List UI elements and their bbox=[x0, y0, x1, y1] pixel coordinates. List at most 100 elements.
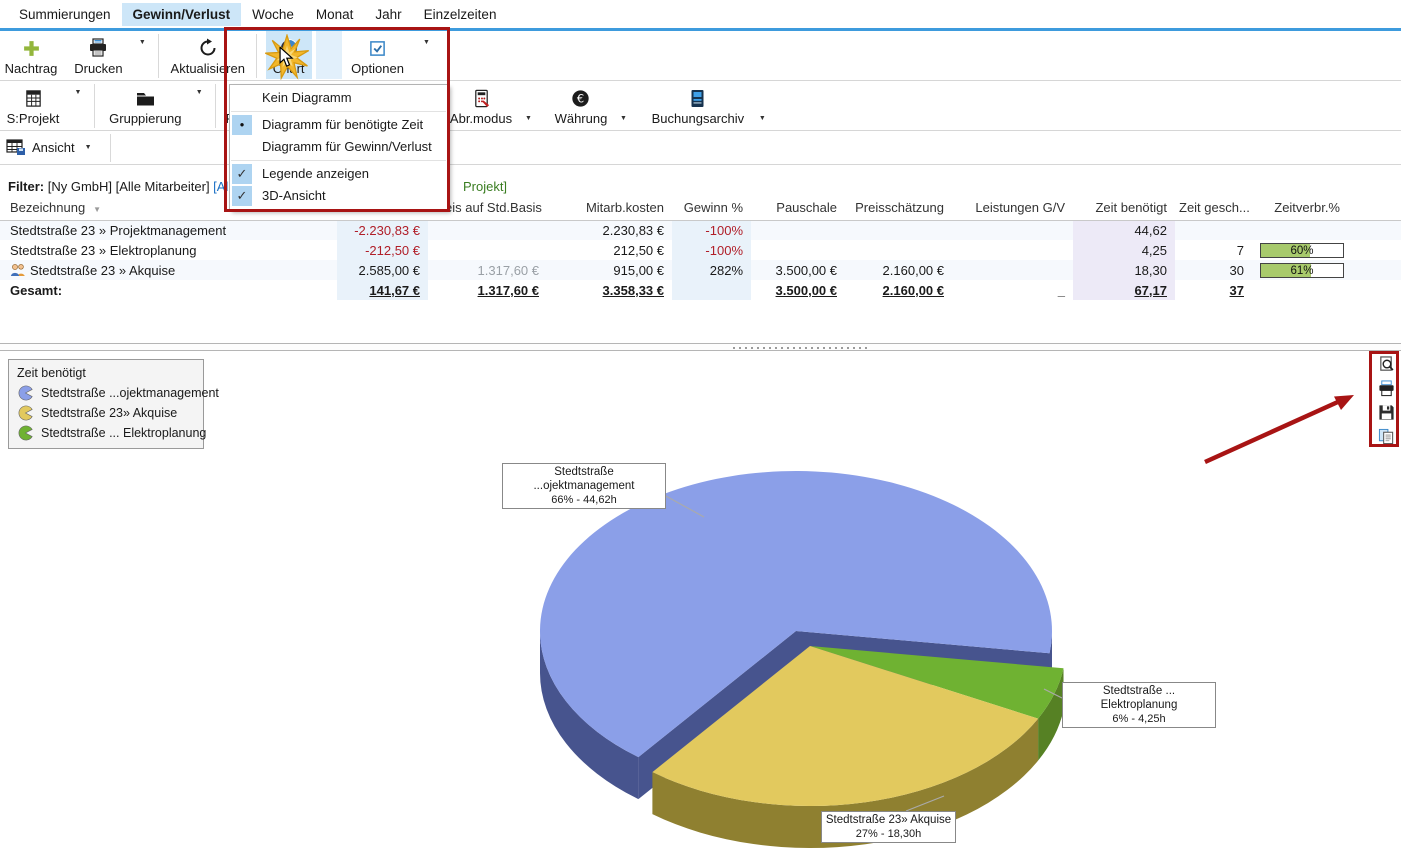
separator bbox=[158, 34, 159, 78]
sprojekt-button[interactable]: S:Projekt bbox=[0, 81, 66, 129]
tab-einzelzeiten[interactable]: Einzelzeiten bbox=[413, 3, 508, 26]
sprojekt-dropdown-arrow[interactable]: ▼ bbox=[74, 89, 81, 96]
spacer bbox=[0, 165, 1401, 176]
filter-prefix: Filter: bbox=[8, 179, 44, 194]
toolbar-view: Ansicht ▼ bbox=[0, 131, 1401, 165]
abrmodus-label: Abr.modus bbox=[450, 111, 512, 126]
table-total-row: Gesamt: 141,67 € 1.317,60 € 3.358,33 € 3… bbox=[0, 280, 1401, 300]
ansicht-label: Ansicht bbox=[32, 140, 75, 155]
copy-icon[interactable] bbox=[1378, 428, 1395, 445]
toolbar-second: S:Projekt ▼ Gruppierung ▼ Proje Abr.modu… bbox=[0, 81, 1401, 131]
abrmodus-button[interactable]: Abr.modus bbox=[443, 81, 519, 129]
table-row[interactable]: Stedtstraße 23 » Elektroplanung -212,50 … bbox=[0, 240, 1401, 260]
svg-text:€: € bbox=[577, 91, 584, 105]
drucken-button[interactable]: Drucken bbox=[66, 31, 130, 79]
abrmodus-dropdown-arrow[interactable]: ▼ bbox=[525, 115, 532, 122]
save-icon[interactable] bbox=[1378, 404, 1395, 421]
nachtrag-button[interactable]: Nachtrag bbox=[0, 31, 62, 79]
filter-link-projekt[interactable]: Projekt] bbox=[463, 179, 507, 194]
ansicht-button[interactable]: Ansicht ▼ bbox=[0, 131, 102, 163]
menu-separator bbox=[231, 160, 446, 161]
pie-callout-elektroplanung: Stedtstraße ... Elektroplanung 6% - 4,25… bbox=[1062, 682, 1216, 728]
checkbox-options-icon bbox=[369, 37, 386, 59]
chart-legend: Zeit benötigt Stedtstraße ...ojektmanage… bbox=[8, 359, 204, 449]
progress-bar: 60% bbox=[1260, 243, 1344, 258]
table-header-row: Bezeichnung▼ G/V Kreis auf Std.Basis Mit… bbox=[0, 198, 1401, 220]
optionen-button[interactable]: Optionen bbox=[347, 31, 409, 79]
team-icon bbox=[10, 263, 26, 277]
waehrung-button[interactable]: € Währung bbox=[548, 81, 614, 129]
gruppierung-label: Gruppierung bbox=[109, 111, 181, 126]
table-panel-bottom bbox=[0, 300, 1401, 343]
buchungsarchiv-button[interactable]: Buchungsarchiv bbox=[645, 81, 751, 129]
menu-item-kein-diagramm[interactable]: Kein Diagramm bbox=[230, 87, 447, 109]
folder-icon bbox=[135, 87, 156, 109]
euro-icon: € bbox=[571, 87, 590, 109]
table-row[interactable]: Stedtstraße 23 » Akquise 2.585,00 € 1.31… bbox=[0, 260, 1401, 280]
menu-item-diagramm-gewinn-verlust[interactable]: Diagramm für Gewinn/Verlust bbox=[230, 136, 447, 158]
table-view-icon bbox=[6, 139, 26, 156]
tab-monat[interactable]: Monat bbox=[305, 3, 365, 26]
chart-label: Chart bbox=[273, 61, 305, 76]
legend-item[interactable]: Stedtstraße ... Elektroplanung bbox=[17, 425, 195, 441]
menu-item-3d-ansicht[interactable]: ✓ 3D-Ansicht bbox=[230, 185, 447, 207]
legend-title: Zeit benötigt bbox=[17, 366, 195, 380]
col-zeitverbrauch[interactable]: Zeitverbr.% bbox=[1252, 198, 1348, 220]
preview-icon[interactable] bbox=[1378, 356, 1395, 373]
separator bbox=[215, 84, 216, 128]
tab-woche[interactable]: Woche bbox=[241, 3, 305, 26]
col-mitarbkosten[interactable]: Mitarb.kosten bbox=[547, 198, 672, 220]
col-gewinn[interactable]: Gewinn % bbox=[672, 198, 751, 220]
col-preisschaetzung[interactable]: Preisschätzung bbox=[845, 198, 952, 220]
waehrung-dropdown-arrow[interactable]: ▼ bbox=[620, 115, 627, 122]
legend-item[interactable]: Stedtstraße ...ojektmanagement bbox=[17, 385, 195, 401]
chart-button[interactable]: Chart bbox=[266, 31, 312, 79]
table-row[interactable]: Stedtstraße 23 » Projektmanagement -2.23… bbox=[0, 220, 1401, 240]
legend-item[interactable]: Stedtstraße 23» Akquise bbox=[17, 405, 195, 421]
tab-summierungen[interactable]: Summierungen bbox=[8, 3, 122, 26]
chart-side-toolbar bbox=[1375, 356, 1397, 445]
col-zeit-geschaetzt[interactable]: Zeit gesch... bbox=[1175, 198, 1252, 220]
optionen-dropdown-arrow[interactable]: ▼ bbox=[423, 39, 430, 46]
nachtrag-label: Nachtrag bbox=[5, 61, 58, 76]
gruppierung-button[interactable]: Gruppierung bbox=[103, 81, 187, 129]
menu-item-diagramm-benoetigte-zeit[interactable]: ● Diagramm für benötigte Zeit bbox=[230, 114, 447, 136]
filter-company-employees: [Ny GmbH] [Alle Mitarbeiter] bbox=[44, 179, 213, 194]
tab-gewinn-verlust[interactable]: Gewinn/Verlust bbox=[122, 3, 242, 26]
sort-arrow-icon: ▼ bbox=[93, 205, 101, 214]
app-window: Summierungen Gewinn/Verlust Woche Monat … bbox=[0, 0, 1401, 861]
col-leistungen[interactable]: Leistungen G/V bbox=[952, 198, 1073, 220]
drucken-dropdown-arrow[interactable]: ▼ bbox=[139, 39, 146, 46]
pie-chart-icon bbox=[279, 37, 299, 59]
refresh-icon bbox=[198, 37, 218, 59]
plus-icon bbox=[22, 37, 41, 59]
filter-bar: Filter: [Ny GmbH] [Alle Mitarbeiter] [Al… bbox=[0, 176, 1401, 198]
col-pauschale[interactable]: Pauschale bbox=[751, 198, 845, 220]
archive-icon bbox=[689, 87, 706, 109]
buchungsarchiv-dropdown-arrow[interactable]: ▼ bbox=[759, 115, 766, 122]
print-icon[interactable] bbox=[1378, 380, 1395, 397]
pie-slice-icon bbox=[17, 385, 34, 401]
chart-split-hover[interactable] bbox=[316, 31, 342, 79]
pie-chart[interactable] bbox=[0, 351, 1401, 861]
toolbar-main: Nachtrag Drucken ▼ Aktualisieren Chart bbox=[0, 31, 1401, 81]
checkmark-icon: ✓ bbox=[232, 186, 252, 206]
menu-item-legende-anzeigen[interactable]: ✓ Legende anzeigen bbox=[230, 163, 447, 185]
chart-panel: Zeit benötigt Stedtstraße ...ojektmanage… bbox=[0, 351, 1401, 861]
menu-separator bbox=[231, 111, 446, 112]
splitter-grip-icon[interactable] bbox=[733, 347, 871, 349]
panel-splitter[interactable] bbox=[0, 343, 1401, 351]
gruppierung-dropdown-arrow[interactable]: ▼ bbox=[196, 89, 203, 96]
optionen-label: Optionen bbox=[351, 61, 404, 76]
separator bbox=[94, 84, 95, 128]
col-zeit-benoetigt[interactable]: Zeit benötigt bbox=[1073, 198, 1175, 220]
chart-dropdown-menu: Kein Diagramm ● Diagramm für benötigte Z… bbox=[229, 84, 448, 210]
sprojekt-label: S:Projekt bbox=[7, 111, 60, 126]
aktualisieren-button[interactable]: Aktualisieren bbox=[168, 31, 248, 79]
spreadsheet-icon bbox=[24, 87, 43, 109]
waehrung-label: Währung bbox=[555, 111, 608, 126]
pie-callout-projektmanagement: Stedtstraße ...ojektmanagement 66% - 44,… bbox=[502, 463, 666, 509]
tab-jahr[interactable]: Jahr bbox=[364, 3, 412, 26]
buchungsarchiv-label: Buchungsarchiv bbox=[652, 111, 745, 126]
ansicht-dropdown-arrow[interactable]: ▼ bbox=[85, 144, 92, 151]
